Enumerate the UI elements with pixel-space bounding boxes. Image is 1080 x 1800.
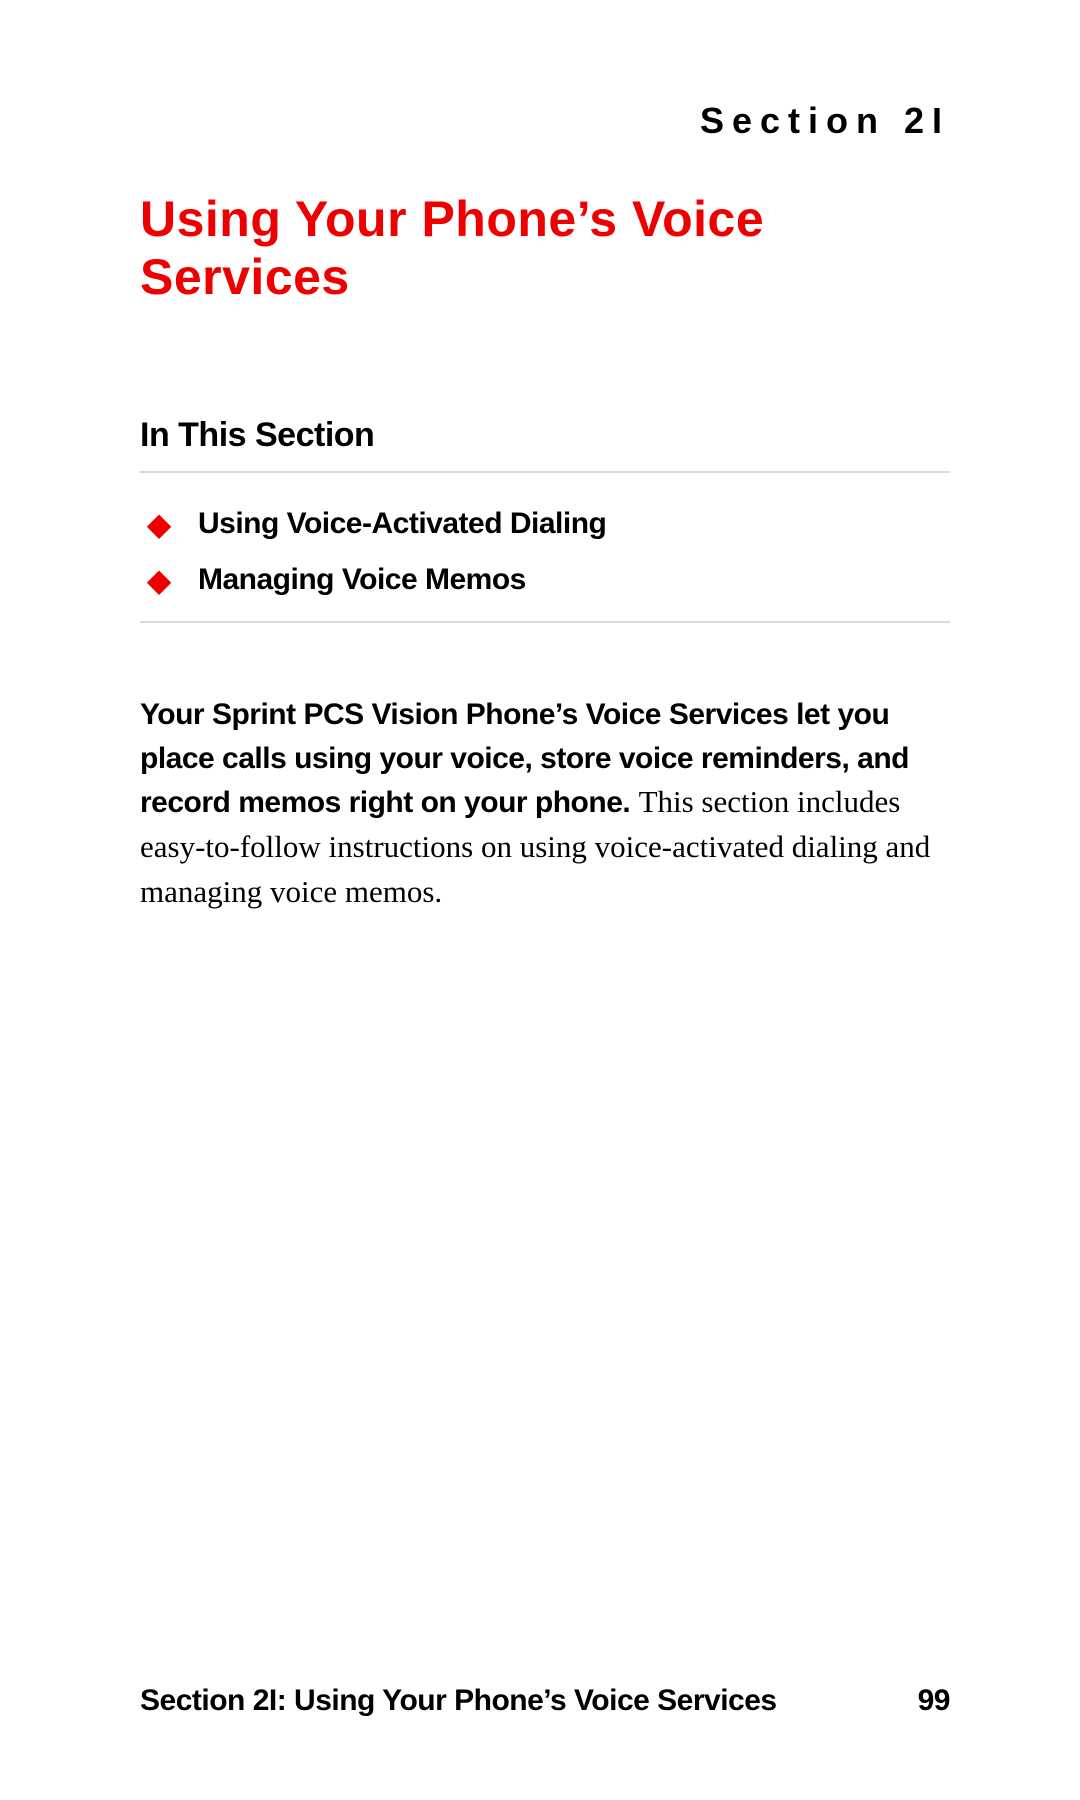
section-contents-list: ◆ Using Voice-Activated Dialing ◆ Managi… [140,507,950,597]
page-title: Using Your Phone’s Voice Services [140,190,950,306]
list-item: ◆ Using Voice-Activated Dialing [140,507,950,541]
list-item: ◆ Managing Voice Memos [140,563,950,597]
list-item-label: Using Voice-Activated Dialing [198,507,606,541]
page-footer: Section 2I: Using Your Phone’s Voice Ser… [140,1684,950,1718]
list-item-label: Managing Voice Memos [198,563,526,597]
footer-section-title: Section 2I: Using Your Phone’s Voice Ser… [140,1684,777,1718]
divider-top [140,471,950,473]
section-label: Section 2I [140,100,950,142]
footer-page-number: 99 [918,1684,950,1718]
divider-bottom [140,621,950,623]
in-this-section-heading: In This Section [140,416,950,455]
intro-paragraph: Your Sprint PCS Vision Phone’s Voice Ser… [140,693,950,915]
document-page: Section 2I Using Your Phone’s Voice Serv… [0,0,1080,1800]
diamond-bullet-icon: ◆ [146,511,172,537]
diamond-bullet-icon: ◆ [146,567,172,593]
